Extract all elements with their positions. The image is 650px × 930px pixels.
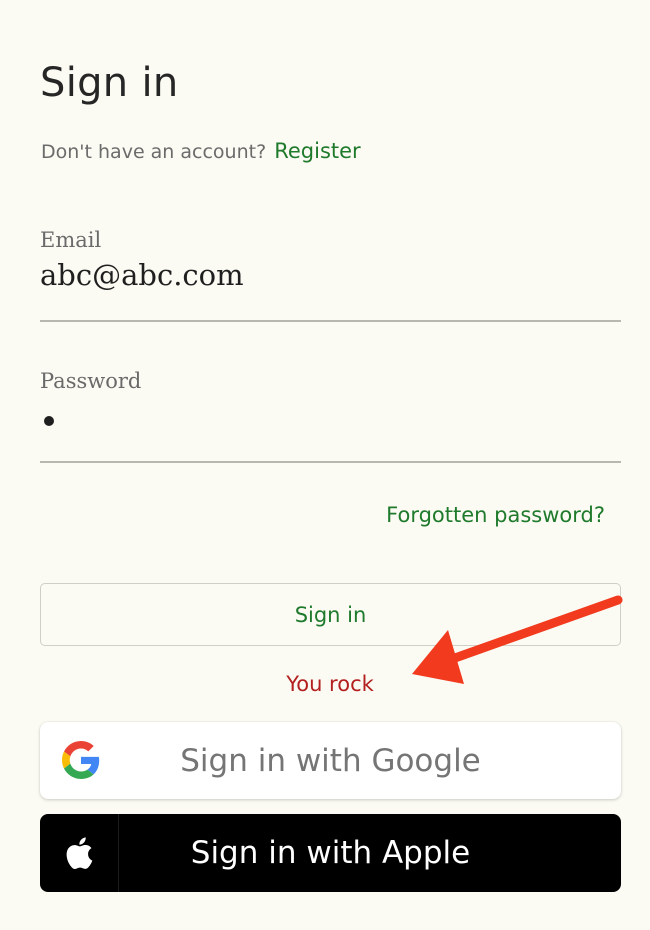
password-mask-dot bbox=[44, 416, 54, 426]
google-icon bbox=[62, 741, 100, 779]
google-sign-in-button[interactable]: Sign in with Google bbox=[40, 722, 621, 799]
page-title: Sign in bbox=[40, 60, 179, 106]
password-label: Password bbox=[40, 369, 142, 393]
apple-button-label: Sign in with Apple bbox=[190, 835, 471, 871]
apple-sign-in-button[interactable]: Sign in with Apple bbox=[40, 814, 621, 892]
apple-icon-divider bbox=[118, 814, 119, 892]
email-input[interactable]: abc@abc.com bbox=[40, 258, 621, 302]
red-arrow-annotation bbox=[412, 595, 623, 684]
apple-icon-box bbox=[40, 814, 118, 892]
apple-icon bbox=[66, 837, 93, 869]
password-input[interactable] bbox=[40, 399, 621, 443]
sign-in-page: Sign in Don't have an account? Register … bbox=[0, 0, 650, 930]
register-prompt: Don't have an account? Register bbox=[41, 139, 361, 163]
register-link[interactable]: Register bbox=[274, 139, 360, 163]
password-field[interactable]: Password bbox=[40, 369, 621, 463]
no-account-text: Don't have an account? bbox=[41, 141, 267, 163]
forgot-password-link[interactable]: Forgotten password? bbox=[386, 503, 605, 527]
email-field[interactable]: Email abc@abc.com bbox=[40, 228, 621, 322]
google-button-label: Sign in with Google bbox=[180, 742, 481, 779]
email-label: Email bbox=[40, 228, 102, 252]
